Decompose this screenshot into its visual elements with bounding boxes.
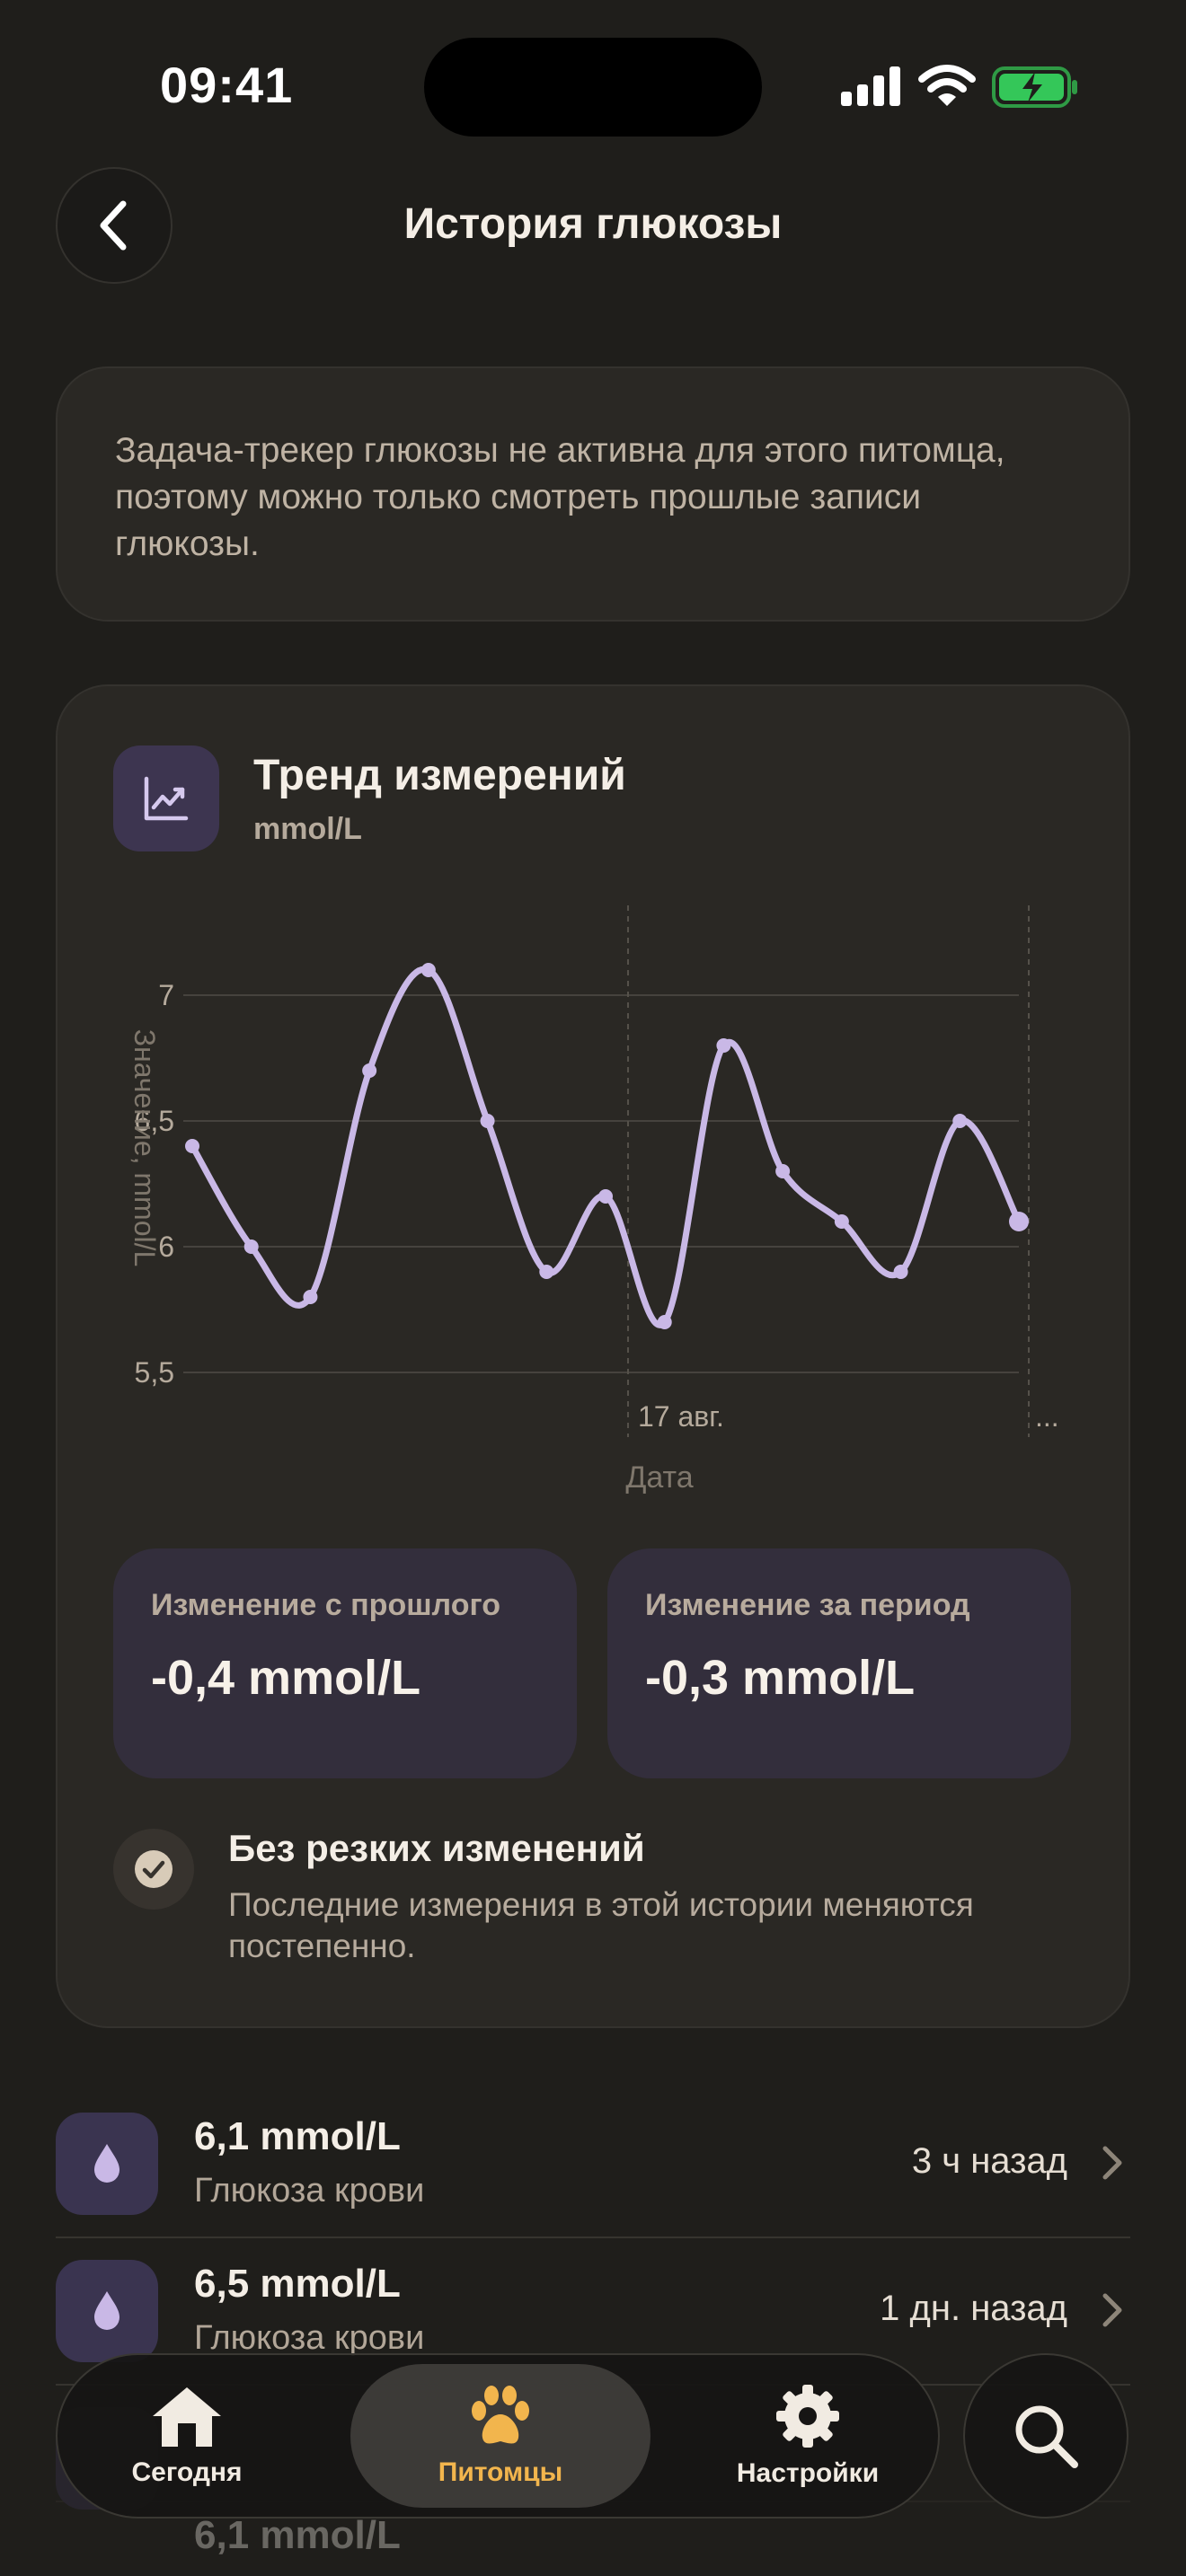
notice-text: Задача-трекер глюкозы не активна для это… [115, 431, 1005, 563]
chevron-right-icon [1102, 2146, 1122, 2180]
data-point [952, 1114, 968, 1128]
data-point [598, 1189, 613, 1204]
blood-drop-icon [94, 2144, 119, 2183]
checkmark-circle-icon [135, 1850, 173, 1888]
tab-label: Сегодня [131, 2457, 243, 2487]
tab-pets[interactable]: Питомцы [350, 2364, 651, 2508]
stability-note-text: Последние измерения в этой истории меняю… [228, 1886, 974, 1964]
series-points [185, 963, 1029, 1329]
tab-bar: Сегодня Питомцы Настройки [56, 2353, 940, 2519]
stat-label: Изменение за период [645, 1588, 970, 1622]
cellular-signal-icon [841, 66, 900, 106]
data-point [420, 963, 436, 977]
x-tick-label: 17 авг. [638, 1400, 724, 1433]
trend-card: Тренд измерений mmol/L 7 6,5 6 5,5 Значение… [56, 684, 1130, 2028]
trend-chart-icon-box [113, 745, 219, 851]
blood-drop-icon-box [56, 2260, 158, 2362]
blood-drop-icon [94, 2291, 119, 2330]
blood-drop-icon-box [56, 2113, 158, 2215]
stat-value: -0,3 mmol/L [645, 1651, 916, 1705]
battery-charging-icon [992, 66, 1077, 108]
x-tick-label: ... [1035, 1400, 1059, 1433]
history-value: 6,1 mmol/L [194, 2513, 401, 2557]
history-value: 6,1 mmol/L [194, 2114, 401, 2158]
search-button[interactable] [963, 2353, 1128, 2519]
history-time: 1 дн. назад [880, 2289, 1067, 2328]
dynamic-island [424, 38, 762, 137]
data-point [303, 1290, 318, 1304]
data-point [775, 1164, 791, 1178]
data-point [834, 1214, 849, 1229]
stat-change-since-last: Изменение с прошлого -0,4 mmol/L [113, 1548, 577, 1778]
data-point [185, 1139, 199, 1153]
stat-value: -0,4 mmol/L [151, 1651, 421, 1705]
trend-chart-icon [144, 776, 189, 821]
status-bar: 09:41 [0, 0, 1186, 171]
data-point [657, 1315, 672, 1329]
tab-label: Настройки [736, 2458, 880, 2488]
y-tick-label: 7 [158, 979, 174, 1011]
data-point [716, 1038, 731, 1053]
glucose-line-chart: 76,565,5 Значение, mmol/L 17 авг. ... Да… [128, 905, 1059, 1495]
chart-grid [183, 905, 1030, 1437]
search-icon [1015, 2405, 1078, 2468]
stability-note-title: Без резких изменений [228, 1827, 645, 1869]
data-point [243, 1239, 259, 1254]
gear-icon [776, 2385, 839, 2448]
chevron-right-icon [1102, 2293, 1122, 2327]
data-point [480, 1114, 495, 1128]
data-point [1009, 1212, 1029, 1231]
trend-title: Тренд измерений [253, 752, 626, 799]
tab-settings[interactable]: Настройки [686, 2364, 929, 2508]
stat-label: Изменение с прошлого [151, 1588, 500, 1622]
history-value: 6,5 mmol/L [194, 2262, 401, 2306]
history-row[interactable]: 6,1 mmol/L Глюкоза крови 3 ч назад [56, 2091, 1130, 2238]
y-tick-label: 5,5 [135, 1356, 174, 1389]
paw-icon [472, 2386, 529, 2444]
y-axis-label: Значение, mmol/L [128, 1029, 161, 1267]
home-icon [153, 2387, 221, 2447]
status-time: 09:41 [160, 57, 294, 113]
page-title: История глюкозы [403, 200, 783, 248]
data-point [362, 1063, 377, 1078]
x-axis-label: Дата [625, 1460, 693, 1495]
tab-label: Питомцы [438, 2457, 563, 2487]
trend-unit: mmol/L [253, 812, 362, 846]
wifi-icon [918, 65, 976, 106]
check-badge [113, 1829, 194, 1910]
data-point [893, 1265, 908, 1279]
data-point [539, 1265, 554, 1279]
history-type: Глюкоза крови [194, 2319, 425, 2357]
inactive-tracker-notice: Задача-трекер глюкозы не активна для это… [56, 366, 1130, 622]
history-time: 3 ч назад [911, 2141, 1067, 2181]
stat-change-over-period: Изменение за период -0,3 mmol/L [607, 1548, 1071, 1778]
history-type: Глюкоза крови [194, 2172, 425, 2210]
tab-today[interactable]: Сегодня [70, 2364, 304, 2508]
